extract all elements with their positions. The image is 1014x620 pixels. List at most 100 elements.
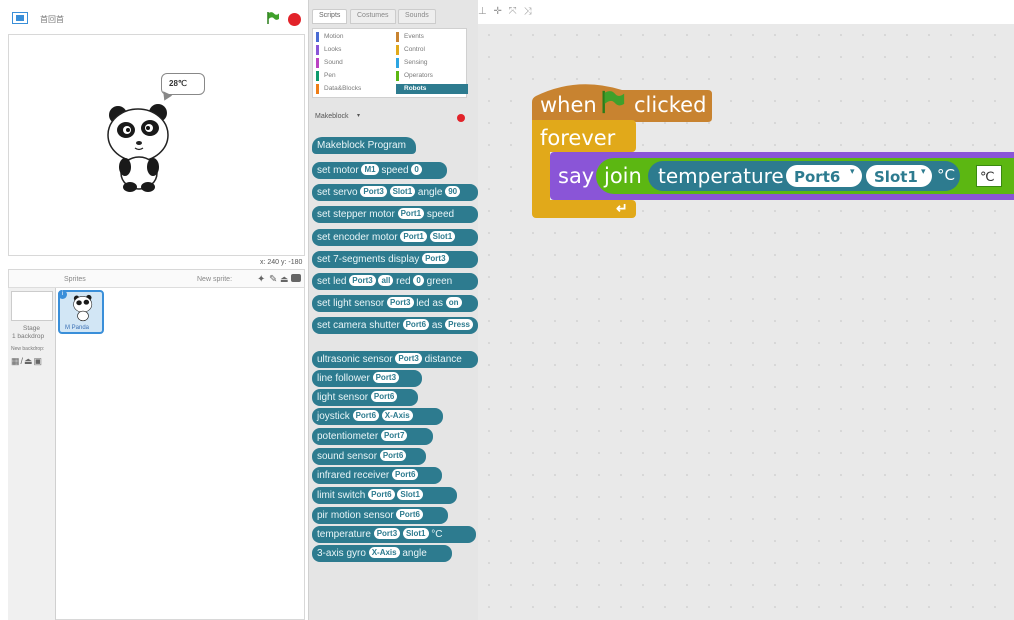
say-label: say	[558, 164, 595, 188]
unit-label: °C	[937, 166, 955, 184]
category-label: Robots	[404, 85, 427, 92]
delete-icon[interactable]: ✛	[494, 6, 504, 17]
block-infrared-receiver[interactable]: infrared receiver Port6	[312, 467, 442, 484]
stage[interactable]: 28℃	[8, 34, 305, 256]
join-text-value: ℃	[980, 169, 995, 184]
join-text-input[interactable]: ℃	[976, 165, 1002, 187]
tab-costumes[interactable]: Costumes	[350, 9, 396, 24]
block-makeblock-program[interactable]: Makeblock Program	[312, 137, 416, 154]
category-sound[interactable]: Sound	[316, 58, 388, 68]
stage-thumbnail[interactable]	[11, 291, 53, 321]
stage-thumbnail-column: Stage 1 backdrop New backdrop: ▦/⏏▣	[8, 288, 56, 620]
green-flag-icon	[600, 89, 626, 115]
category-events[interactable]: Events	[396, 32, 468, 42]
category-motion[interactable]: Motion	[316, 32, 388, 42]
mouse-coordinates: x: 240 y: -180	[260, 259, 303, 266]
block-set-camera-shutter[interactable]: set camera shutter Port6 as Press	[312, 317, 478, 334]
category-color-swatch	[396, 32, 399, 42]
block-light-sensor[interactable]: light sensor Port6	[312, 389, 418, 406]
category-label: Motion	[324, 33, 344, 40]
category-label: Sound	[324, 59, 343, 66]
block-sound-sensor[interactable]: sound sensor Port6	[312, 448, 426, 465]
block-set-servo[interactable]: set servo Port3 Slot1 angle 90	[312, 184, 478, 201]
stop-button[interactable]	[288, 13, 301, 26]
category-control[interactable]: Control	[396, 45, 468, 55]
new-backdrop-label: New backdrop:	[11, 346, 45, 352]
block-limit-switch[interactable]: limit switch Port6 Slot1	[312, 487, 457, 504]
category-label: Control	[404, 46, 425, 53]
category-color-swatch	[396, 58, 399, 68]
block-set-7-segments-display[interactable]: set 7-segments display Port3	[312, 251, 478, 268]
stage-label: Stage	[23, 325, 40, 332]
block-potentiometer[interactable]: potentiometer Port7	[312, 428, 433, 445]
tab-sounds[interactable]: Sounds	[398, 9, 436, 24]
category-color-swatch	[396, 84, 399, 94]
shrink-icon[interactable]: ⤨	[523, 6, 533, 17]
new-sprite-label: New sprite:	[197, 276, 233, 283]
backdrop-tools[interactable]: ▦/⏏▣	[11, 356, 43, 367]
temperature-label: temperature	[658, 164, 784, 188]
block-joystick[interactable]: joystick Port6 X-Axis	[312, 408, 443, 425]
block-set-light-sensor-led[interactable]: set light sensor Port3 led as on	[312, 295, 478, 312]
sprite-name: M Panda	[65, 325, 90, 331]
script-say-block[interactable]: say join temperature Port6 ▾ Slot1 ▾ °C …	[550, 152, 1014, 200]
green-flag-icon[interactable]	[266, 11, 280, 25]
project-title: 首回首	[40, 15, 64, 24]
stage-header: 首回首	[0, 0, 305, 34]
paint-sprite-icon[interactable]: ✎	[269, 274, 277, 285]
block-3-axis-gyro[interactable]: 3-axis gyro X-Axis angle	[312, 545, 452, 562]
category-label: Operators	[404, 72, 433, 79]
forever-label: forever	[540, 126, 616, 150]
category-operators[interactable]: Operators	[396, 71, 468, 81]
extension-selector[interactable]: Makeblock	[315, 113, 348, 120]
category-sensing[interactable]: Sensing	[396, 58, 468, 68]
category-label: Data&Blocks	[324, 85, 362, 92]
category-looks[interactable]: Looks	[316, 45, 388, 55]
speech-bubble: 28℃	[161, 73, 205, 95]
loop-arrow-icon: ↵	[616, 200, 628, 216]
choose-sprite-icon[interactable]: ✦	[257, 274, 265, 285]
duplicate-icon[interactable]: ⊥	[478, 6, 489, 17]
category-color-swatch	[396, 45, 399, 55]
block-pir-motion-sensor[interactable]: pir motion sensor Port6	[312, 507, 448, 524]
tab-scripts[interactable]: Scripts	[312, 9, 348, 24]
speech-text: 28℃	[169, 79, 187, 88]
join-reporter[interactable]: join temperature Port6 ▾ Slot1 ▾ °C ℃	[596, 158, 1014, 194]
upload-sprite-icon[interactable]: ⏏	[280, 274, 289, 285]
fullscreen-icon[interactable]	[12, 11, 28, 24]
slot-value: Slot1	[874, 168, 918, 186]
port-dropdown[interactable]: Port6 ▾	[786, 165, 862, 187]
panda-sprite[interactable]	[104, 101, 174, 193]
category-data-blocks[interactable]: Data&Blocks	[316, 84, 388, 94]
block-set-encoder-motor[interactable]: set encoder motor Port1 Slot1	[312, 229, 478, 246]
camera-sprite-icon[interactable]	[291, 274, 301, 282]
script-toolbar: ⊥ ✛ ⤧ ⤨	[478, 6, 533, 17]
category-robots[interactable]: Robots	[396, 84, 468, 94]
category-label: Looks	[324, 46, 342, 53]
block-ultrasonic-sensor[interactable]: ultrasonic sensor Port3 distance	[312, 351, 478, 368]
clicked-label: clicked	[634, 93, 707, 117]
block-temperature[interactable]: temperature Port3 Slot1 °C	[312, 526, 476, 543]
category-list: Motion Looks Sound Pen Data&Blocks Event…	[312, 28, 468, 98]
category-color-swatch	[316, 71, 319, 81]
sprites-title: Sprites	[64, 276, 86, 283]
block-set-led[interactable]: set led Port3 all red 0 green	[312, 273, 478, 290]
script-hat-when-flag-clicked[interactable]: when clicked	[532, 80, 712, 122]
extension-dropdown-icon[interactable]: ▾	[357, 112, 360, 119]
block-line-follower[interactable]: line follower Port3	[312, 370, 422, 387]
category-color-swatch	[396, 71, 399, 81]
block-set-motor[interactable]: set motor M1 speed 0	[312, 162, 447, 179]
block-set-stepper-motor[interactable]: set stepper motor Port1 speed	[312, 206, 478, 223]
temperature-reporter[interactable]: temperature Port6 ▾ Slot1 ▾ °C	[648, 161, 960, 191]
port-value: Port6	[794, 168, 841, 186]
chevron-down-icon: ▾	[850, 166, 855, 176]
category-color-swatch	[316, 58, 319, 68]
join-label: join	[604, 164, 642, 188]
chevron-down-icon: ▾	[921, 166, 926, 176]
category-pen[interactable]: Pen	[316, 71, 388, 81]
grow-icon[interactable]: ⤧	[509, 6, 519, 17]
sprite-info-icon[interactable]: i	[58, 290, 67, 299]
sprite-thumbnail[interactable]: i M Panda	[58, 290, 104, 334]
category-label: Events	[404, 33, 424, 40]
slot-dropdown[interactable]: Slot1 ▾	[866, 165, 932, 187]
